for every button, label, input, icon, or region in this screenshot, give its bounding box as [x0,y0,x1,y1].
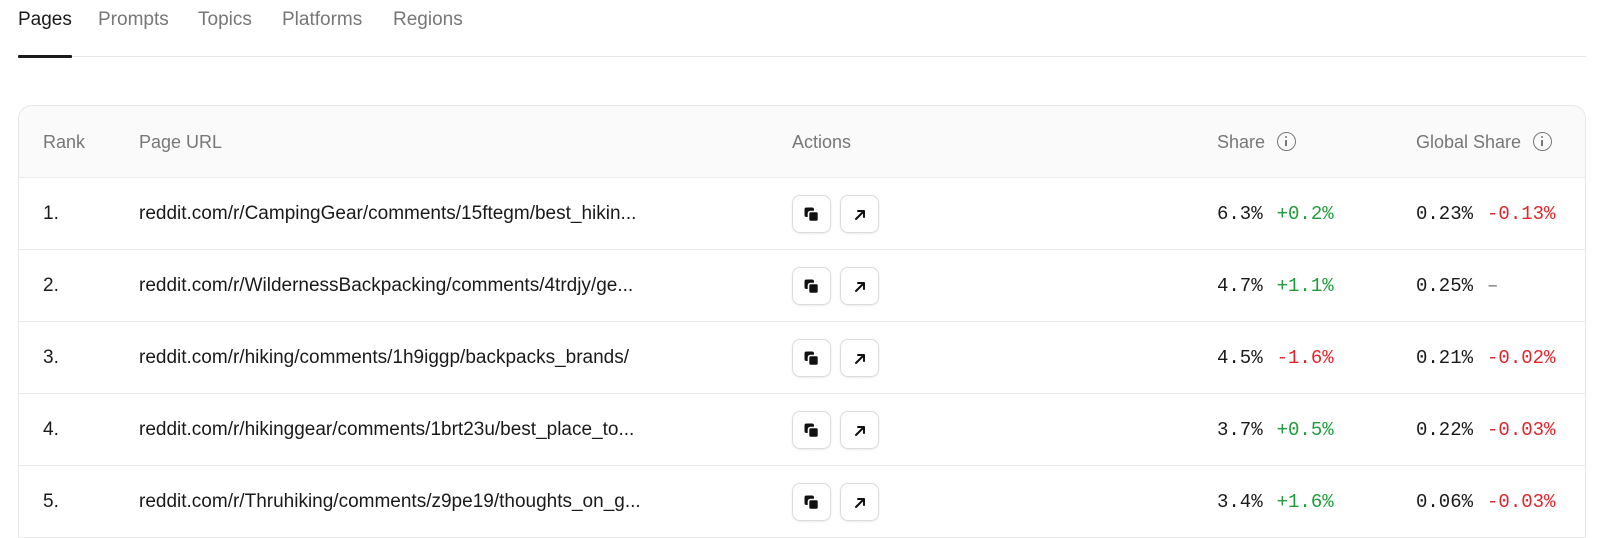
global-share-delta: – [1487,275,1499,297]
global-share-cell: 0.06% -0.03% [1416,466,1555,538]
page-url-link[interactable]: reddit.com/r/hiking/comments/1h9iggp/bac… [139,322,629,394]
rank-cell: 1. [43,203,59,224]
column-header-share-label: Share [1217,132,1266,152]
info-icon[interactable] [1533,131,1553,151]
global-share-cell: 0.23% -0.13% [1416,178,1555,250]
copy-icon [804,351,820,367]
external-link-icon [855,426,865,436]
global-share-value: 0.22% [1416,419,1474,441]
tab-pages[interactable]: Pages [18,9,72,58]
global-share-cell: 0.22% -0.03% [1416,394,1555,466]
external-link-icon [855,498,865,508]
global-share-value: 0.23% [1416,203,1474,225]
share-value: 4.7% [1217,275,1263,297]
page-url-link[interactable]: reddit.com/r/hikinggear/comments/1brt23u… [139,394,634,466]
share-value: 3.4% [1217,491,1263,513]
share-value: 3.7% [1217,419,1263,441]
tab-topics[interactable]: Topics [198,9,252,57]
global-share-cell: 0.25% – [1416,250,1498,322]
open-link-button[interactable] [840,411,879,449]
tab-platforms[interactable]: Platforms [282,9,362,57]
copy-button[interactable] [792,267,831,305]
global-share-value: 0.25% [1416,275,1474,297]
share-cell: 4.7% +1.1% [1217,250,1334,322]
pages-table: Rank Page URL Actions Share Global Share… [18,105,1586,538]
column-header-page-url[interactable]: Page URL [139,106,222,178]
external-link-icon [855,354,865,364]
column-header-actions: Actions [792,132,852,152]
page-url-link[interactable]: reddit.com/r/CampingGear/comments/15fteg… [139,178,636,250]
info-icon[interactable] [1277,131,1297,151]
rank-cell: 3. [43,347,59,368]
column-header-rank[interactable]: Rank [43,106,85,178]
rank-cell: 4. [43,419,59,440]
table-row: 2. reddit.com/r/WildernessBackpacking/co… [19,250,1585,322]
page-url-link[interactable]: reddit.com/r/Thruhiking/comments/z9pe19/… [139,466,641,538]
share-cell: 4.5% -1.6% [1217,322,1334,394]
share-delta: +0.2% [1276,203,1334,225]
share-delta: +0.5% [1276,419,1334,441]
share-value: 4.5% [1217,347,1263,369]
share-cell: 3.4% +1.6% [1217,466,1334,538]
table-row: 4. reddit.com/r/hikinggear/comments/1brt… [19,394,1585,466]
global-share-delta: -0.03% [1487,419,1556,441]
global-share-delta: -0.13% [1487,203,1556,225]
global-share-cell: 0.21% -0.02% [1416,322,1555,394]
tab-bar: Pages Prompts Topics Platforms Regions [18,0,1586,58]
share-delta: -1.6% [1276,347,1334,369]
table-row: 5. reddit.com/r/Thruhiking/comments/z9pe… [19,466,1585,538]
external-link-icon [855,282,865,292]
open-link-button[interactable] [840,483,879,521]
copy-icon [804,279,820,295]
table-row: 3. reddit.com/r/hiking/comments/1h9iggp/… [19,322,1585,394]
open-link-button[interactable] [840,195,879,233]
global-share-value: 0.21% [1416,347,1474,369]
table-header: Rank Page URL Actions Share Global Share [19,106,1585,178]
column-header-share[interactable]: Share [1217,106,1297,178]
rank-cell: 2. [43,275,59,296]
copy-icon [804,207,820,223]
copy-icon [804,495,820,511]
share-delta: +1.1% [1276,275,1334,297]
external-link-icon [855,210,865,220]
rank-cell: 5. [43,491,59,512]
open-link-button[interactable] [840,339,879,377]
tab-prompts[interactable]: Prompts [98,9,169,57]
open-link-button[interactable] [840,267,879,305]
table-row: 1. reddit.com/r/CampingGear/comments/15f… [19,178,1585,250]
copy-button[interactable] [792,411,831,449]
column-header-global-share-label: Global Share [1416,132,1522,152]
global-share-delta: -0.02% [1487,347,1556,369]
global-share-value: 0.06% [1416,491,1474,513]
tab-regions[interactable]: Regions [393,9,463,57]
global-share-delta: -0.03% [1487,491,1556,513]
copy-button[interactable] [792,339,831,377]
copy-icon [804,423,820,439]
column-header-global-share[interactable]: Global Share [1416,106,1553,178]
share-cell: 3.7% +0.5% [1217,394,1334,466]
copy-button[interactable] [792,195,831,233]
share-cell: 6.3% +0.2% [1217,178,1334,250]
page-url-link[interactable]: reddit.com/r/WildernessBackpacking/comme… [139,250,633,322]
share-delta: +1.6% [1276,491,1334,513]
share-value: 6.3% [1217,203,1263,225]
copy-button[interactable] [792,483,831,521]
